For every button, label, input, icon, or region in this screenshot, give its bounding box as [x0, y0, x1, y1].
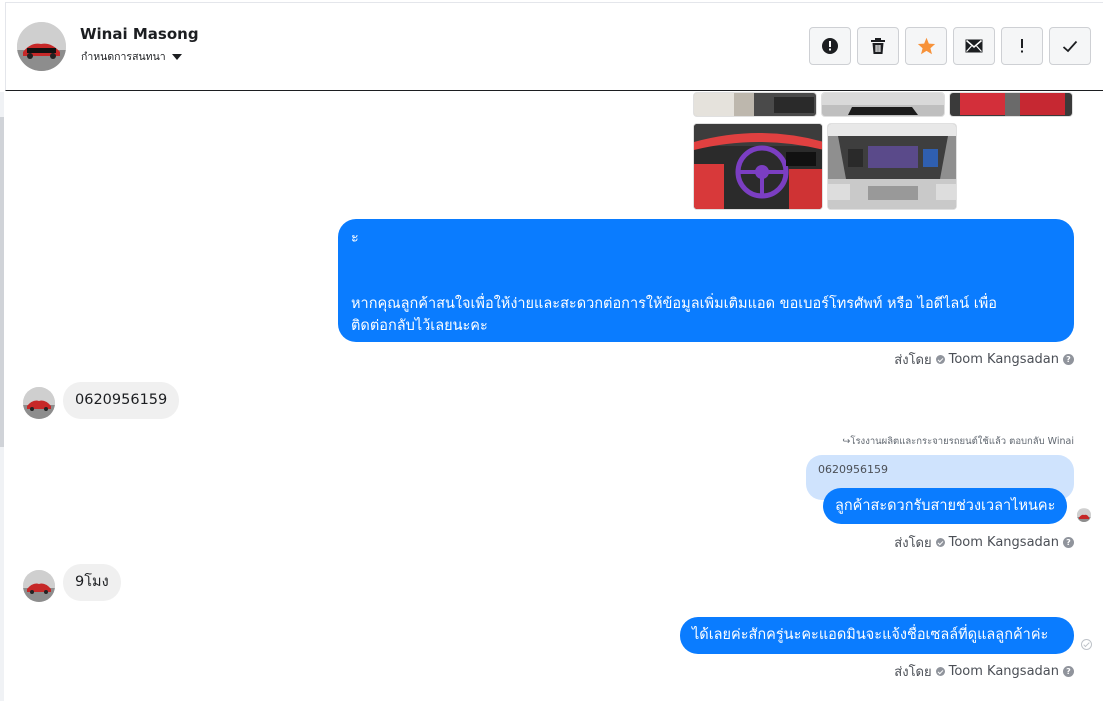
delete-button[interactable]	[857, 27, 899, 65]
delivered-icon	[1081, 639, 1092, 650]
envelope-icon	[965, 39, 983, 53]
outgoing-message-bubble[interactable]: ะ หากคุณลูกค้าสนใจเพื่อให้ง่ายและสะดวกต่…	[338, 219, 1074, 342]
incoming-message-bubble[interactable]: 0620956159	[63, 382, 180, 419]
message-line: ติดต่อกลับไว้เลยนะคะ	[351, 318, 488, 334]
sent-by-info: ส่งโดย Toom Kangsadan ?	[894, 532, 1074, 553]
help-icon[interactable]: ?	[1063, 666, 1074, 677]
sent-by-label: ส่งโดย	[894, 665, 932, 680]
message-line: ะ	[351, 230, 359, 246]
mark-done-button[interactable]	[1049, 27, 1091, 65]
star-icon	[917, 37, 935, 55]
message-empty-line	[351, 249, 1061, 271]
mark-unread-button[interactable]	[953, 27, 995, 65]
outgoing-reply-bubble[interactable]: ลูกค้าสะดวกรับสายช่วงเวลาไหนคะ	[823, 488, 1068, 524]
exclamation-icon	[1021, 39, 1023, 53]
conversation-setting-dropdown[interactable]: กำหนดการสนทนา	[81, 48, 182, 65]
reply-context-text: โรงงานผลิตและกระจายรถยนต์ใช้แล้ว ตอบกลับ…	[850, 436, 1074, 447]
star-button[interactable]	[905, 27, 947, 65]
help-icon[interactable]: ?	[1063, 537, 1074, 548]
incoming-message-bubble[interactable]: 9โมง	[63, 564, 121, 601]
sent-by-label: ส่งโดย	[894, 536, 932, 551]
agent-name: Toom Kangsadan	[948, 352, 1059, 367]
trash-icon	[871, 38, 885, 54]
check-circle-icon	[935, 538, 945, 547]
contact-avatar[interactable]	[17, 22, 66, 71]
contact-avatar-small[interactable]	[23, 570, 55, 602]
report-button[interactable]	[809, 27, 851, 65]
contact-name: Winai Masong	[80, 25, 199, 43]
car-photo-interior-1[interactable]	[693, 92, 817, 117]
sent-by-info: ส่งโดย Toom Kangsadan ?	[894, 661, 1074, 682]
conversation-setting-label: กำหนดการสนทนา	[81, 51, 166, 63]
alert-circle-icon	[822, 38, 838, 54]
conversation-header: Winai Masong กำหนดการสนทนา	[5, 2, 1103, 91]
agent-name: Toom Kangsadan	[948, 535, 1059, 550]
car-photo-seats[interactable]	[949, 92, 1073, 117]
sent-by-info: ส่งโดย Toom Kangsadan ?	[894, 349, 1074, 370]
check-circle-icon	[935, 355, 945, 364]
agent-name: Toom Kangsadan	[948, 664, 1059, 679]
sent-by-label: ส่งโดย	[894, 353, 932, 368]
seen-avatar	[1077, 508, 1091, 522]
important-button[interactable]	[1001, 27, 1043, 65]
thread-scrollbar[interactable]	[0, 92, 4, 701]
outgoing-final-bubble[interactable]: ได้เลยค่ะสักครู่นะคะแอดมินจะแจ้งชื่อเซลล…	[680, 617, 1074, 654]
action-toolbar	[809, 27, 1091, 65]
car-photo-engine[interactable]	[827, 123, 957, 210]
caret-down-icon	[171, 54, 182, 60]
car-photo-steering[interactable]	[693, 123, 823, 210]
car-photo-exterior[interactable]	[821, 92, 945, 117]
message-empty-line	[351, 271, 1061, 293]
contact-avatar-small[interactable]	[23, 387, 55, 419]
check-circle-icon	[935, 667, 945, 676]
checkmark-icon	[1062, 40, 1078, 52]
help-icon[interactable]: ?	[1063, 354, 1074, 365]
message-line: หากคุณลูกค้าสนใจเพื่อให้ง่ายและสะดวกต่อก…	[351, 296, 998, 312]
scrollbar-thumb[interactable]	[0, 117, 4, 447]
reply-context: ↪โรงงานผลิตและกระจายรถยนต์ใช้แล้ว ตอบกลั…	[842, 434, 1074, 449]
